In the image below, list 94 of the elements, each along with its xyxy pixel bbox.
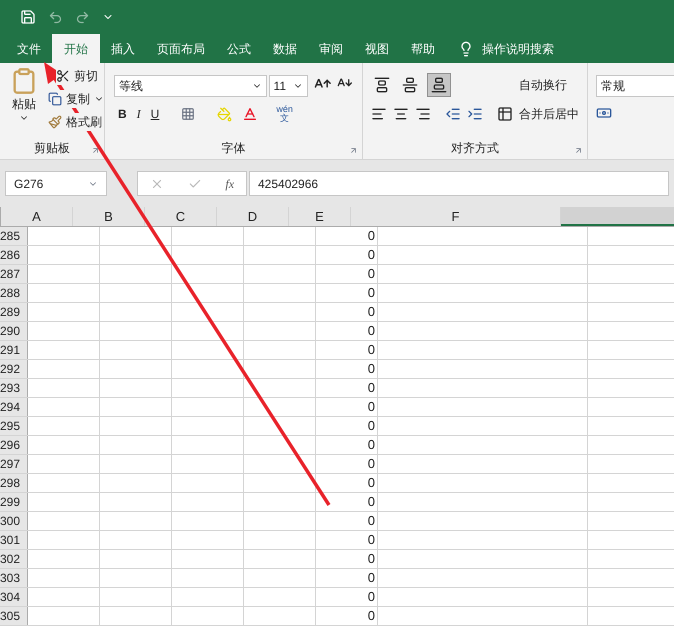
column-header[interactable]: A (1, 207, 73, 226)
table-cell-text: 0 (368, 436, 375, 454)
row-header[interactable]: 304 (0, 588, 28, 606)
table-cell-text: 0 (368, 550, 375, 568)
row-header[interactable]: 285 (0, 227, 28, 245)
indent-decrease-icon[interactable] (445, 106, 461, 122)
row-header[interactable]: 305 (0, 607, 28, 625)
vertical-align-button[interactable] (427, 73, 451, 97)
row-header[interactable]: 292 (0, 360, 28, 378)
row-header[interactable]: 288 (0, 284, 28, 302)
bold-button[interactable]: B (118, 105, 127, 123)
row-header[interactable]: 286 (0, 246, 28, 264)
row-header[interactable]: 290 (0, 322, 28, 340)
row-header[interactable]: 291 (0, 341, 28, 359)
menu-tab[interactable]: 数据 (262, 34, 308, 63)
fill-color-icon[interactable] (217, 106, 232, 122)
menu-tab[interactable]: 帮助 (400, 34, 446, 63)
table-cell-text: 0 (368, 303, 375, 322)
merge-icon (497, 106, 513, 122)
dialog-launcher-icon[interactable] (91, 146, 100, 155)
dialog-launcher-icon[interactable] (574, 146, 583, 155)
copy-icon (48, 92, 62, 106)
menu-tab[interactable]: 开始 (52, 34, 100, 63)
function-icon[interactable]: fx (225, 174, 234, 192)
column-header[interactable]: E (289, 207, 351, 226)
menu-tab[interactable]: 插入 (100, 34, 146, 63)
wrap-text-button[interactable]: 自动换行 (519, 76, 567, 94)
row-header[interactable]: 295 (0, 417, 28, 435)
table-cell-text: 0 (368, 265, 375, 284)
row-header[interactable]: 287 (0, 265, 28, 283)
save-icon[interactable] (20, 9, 36, 25)
row-header[interactable]: 294 (0, 398, 28, 416)
row-header[interactable]: 296 (0, 436, 28, 454)
table-cell-text: 0 (368, 493, 375, 512)
row-header[interactable]: 303 (0, 569, 28, 587)
column-header[interactable] (561, 207, 674, 226)
table-cell-text: 0 (368, 379, 375, 398)
table-cell-text: 0 (368, 531, 375, 550)
formula-field[interactable]: 425402966 (249, 171, 669, 196)
italic-button[interactable]: I (136, 105, 141, 123)
table-cell-text: 0 (368, 607, 375, 626)
align-center-icon[interactable] (393, 106, 409, 122)
row-header[interactable]: 299 (0, 493, 28, 511)
group-label: 剪贴板 (34, 140, 70, 157)
column-header[interactable]: C (145, 207, 217, 226)
row-header[interactable]: 300 (0, 512, 28, 530)
phonetic-button[interactable]: wén 文 (276, 105, 293, 123)
font-name-field[interactable]: 等线 (114, 75, 267, 97)
align-right-icon[interactable] (415, 106, 431, 122)
menu-tab[interactable]: 审阅 (308, 34, 354, 63)
menu-tab[interactable]: 页面布局 (146, 34, 216, 63)
column-header[interactable]: B (73, 207, 145, 226)
table-cell-text: 0 (368, 322, 375, 340)
number-format-field[interactable]: 常规 (596, 75, 674, 97)
align-left-icon[interactable] (371, 106, 387, 122)
tell-me-search[interactable]: 操作说明搜索 (482, 40, 554, 58)
menu-tab[interactable]: 文件 (6, 34, 52, 63)
row-header[interactable]: 298 (0, 474, 28, 492)
format-painter-button[interactable]: 格式刷 (48, 113, 102, 131)
table-cell-text: 0 (368, 341, 375, 360)
row-header[interactable]: 301 (0, 531, 28, 549)
row-header[interactable]: 297 (0, 455, 28, 473)
name-box[interactable]: G276 (5, 171, 107, 196)
table-cell-text: 0 (368, 246, 375, 264)
group-label: 字体 (222, 140, 246, 157)
paste-button[interactable]: 粘贴 (0, 67, 48, 139)
table-cell-text: 0 (368, 398, 375, 416)
row-header[interactable]: 293 (0, 379, 28, 397)
menu-tab[interactable]: 公式 (216, 34, 262, 63)
font-color-icon[interactable] (242, 106, 258, 122)
table-cell-text: 0 (368, 474, 375, 492)
column-header[interactable]: D (217, 207, 289, 226)
row-header[interactable]: 289 (0, 303, 28, 321)
merge-center-button[interactable]: 合并后居中 (519, 105, 579, 123)
indent-increase-icon[interactable] (467, 106, 483, 122)
group-label: 对齐方式 (451, 140, 499, 157)
border-icon[interactable] (181, 107, 196, 121)
table-cell-text: 0 (368, 455, 375, 474)
font-size-field[interactable]: 11 (268, 75, 308, 97)
table-cell-text: 0 (368, 512, 375, 530)
table-cell-text: 0 (368, 284, 375, 302)
table-cell-text: 0 (368, 227, 375, 246)
row-header[interactable]: 302 (0, 550, 28, 568)
cut-button[interactable]: 剪切 (56, 67, 98, 85)
table-cell-text: 0 (368, 417, 375, 436)
underline-button[interactable]: U (150, 105, 160, 123)
dialog-launcher-icon[interactable] (349, 146, 358, 155)
scissors-icon (56, 69, 70, 83)
table-cell-text: 0 (368, 360, 375, 378)
table-cell-text: 0 (368, 569, 375, 588)
brush-icon (48, 115, 62, 129)
menu-tab[interactable]: 视图 (354, 34, 400, 63)
copy-button[interactable]: 复制 (48, 90, 104, 108)
table-cell-text: 0 (368, 588, 375, 606)
